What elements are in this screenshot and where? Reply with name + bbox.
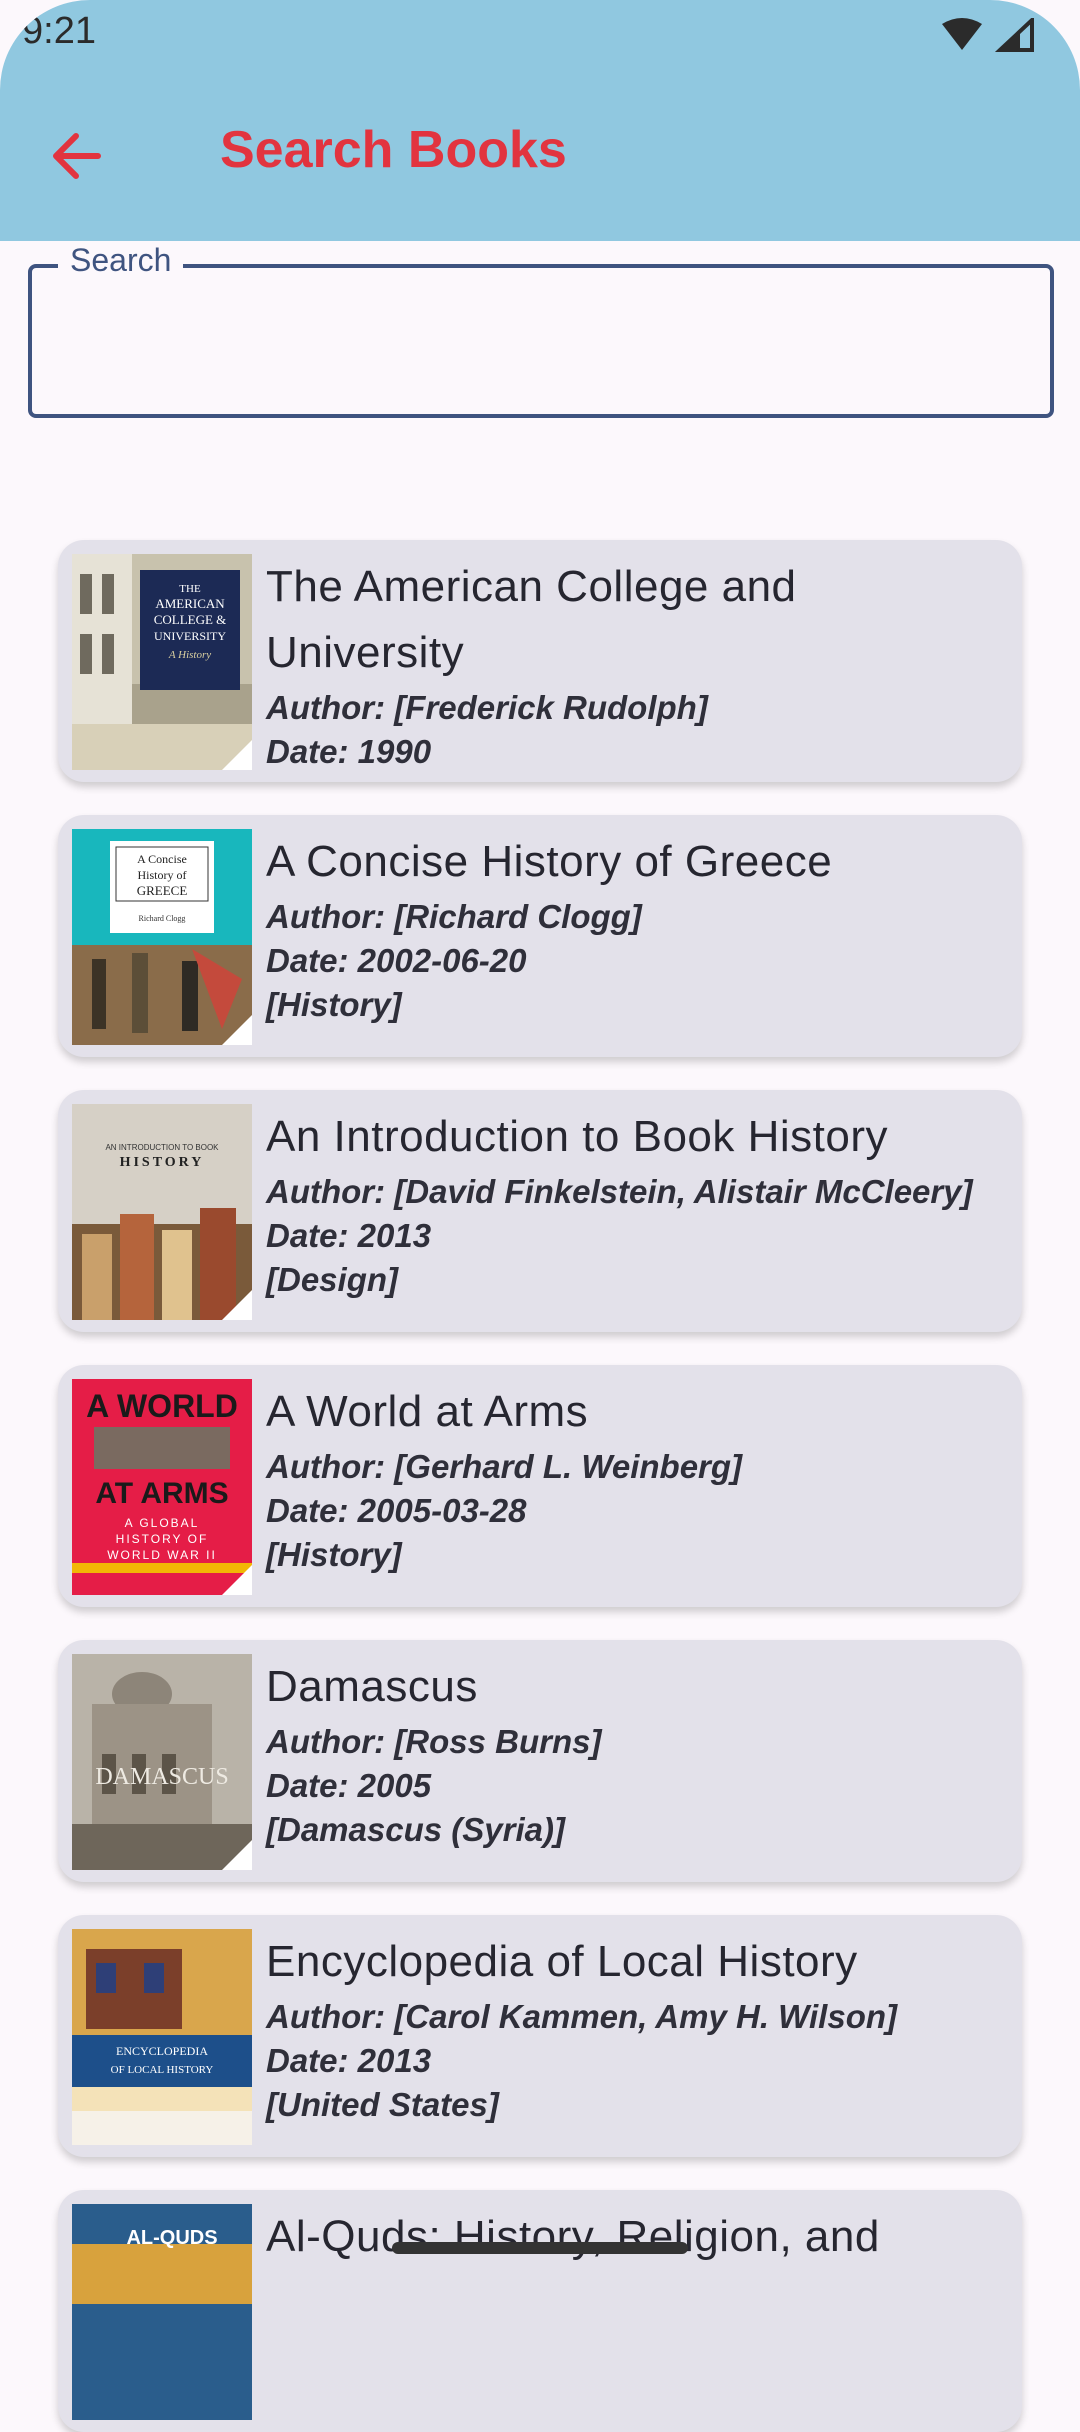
- book-cover: A WORLD AT ARMS A GLOBAL HISTORY OF WORL…: [72, 1379, 252, 1595]
- book-title: A World at Arms: [266, 1387, 589, 1436]
- book-subject: [United States]: [266, 2086, 499, 2123]
- book-card[interactable]: DAMASCUS Damascus Author: [Ross Burns] D…: [58, 1640, 1022, 1882]
- book-date: Date: 2002-06-20: [266, 942, 527, 979]
- book-date: Date: 2005-03-28: [266, 1492, 527, 1529]
- wifi-icon: [942, 15, 1034, 52]
- book-cover: AN INTRODUCTION TO BOOK HISTORY: [72, 1104, 252, 1320]
- app-bar: 9:21 Search Books: [0, 0, 1080, 241]
- book-cover: AL-QUDS: [72, 2204, 252, 2420]
- svg-text:Richard Clogg: Richard Clogg: [139, 914, 186, 923]
- svg-text:GREECE: GREECE: [137, 883, 188, 898]
- svg-text:HISTORY: HISTORY: [120, 1155, 205, 1170]
- svg-text:History of: History of: [138, 868, 187, 882]
- svg-text:ENCYCLOPEDIA: ENCYCLOPEDIA: [116, 2044, 208, 2058]
- book-date: Date: 2005: [266, 1767, 432, 1804]
- svg-text:COLLEGE &: COLLEGE &: [154, 612, 227, 627]
- svg-text:HISTORY OF: HISTORY OF: [116, 1532, 209, 1546]
- search-input[interactable]: [46, 288, 1030, 390]
- book-card[interactable]: THE AMERICAN COLLEGE & UNIVERSITY A Hist…: [58, 540, 1022, 782]
- book-cover: A Concise History of GREECE Richard Clog…: [72, 829, 252, 1045]
- book-card[interactable]: A WORLD AT ARMS A GLOBAL HISTORY OF WORL…: [58, 1365, 1022, 1607]
- svg-text:WORLD WAR II: WORLD WAR II: [107, 1548, 217, 1562]
- book-title: A Concise History of Greece: [266, 837, 833, 886]
- book-author: Author: [Richard Clogg]: [266, 898, 642, 935]
- book-title: Encyclopedia of Local History: [266, 1937, 858, 1986]
- search-label: Search: [58, 242, 184, 279]
- svg-text:A History: A History: [168, 649, 211, 661]
- svg-text:UNIVERSITY: UNIVERSITY: [154, 629, 226, 643]
- book-title: An Introduction to Book History: [266, 1112, 889, 1161]
- book-author: Author: [Ross Burns]: [266, 1723, 602, 1760]
- search-box[interactable]: [28, 264, 1054, 418]
- svg-text:AN INTRODUCTION TO BOOK: AN INTRODUCTION TO BOOK: [105, 1143, 219, 1152]
- book-subject: [Damascus (Syria)]: [266, 1811, 565, 1848]
- svg-text:DAMASCUS: DAMASCUS: [95, 1764, 228, 1790]
- book-subject: [Design]: [266, 1261, 398, 1298]
- book-cover: THE AMERICAN COLLEGE & UNIVERSITY A Hist…: [72, 554, 252, 770]
- back-arrow-icon[interactable]: [40, 118, 116, 194]
- book-title: Damascus: [266, 1662, 478, 1711]
- svg-text:AMERICAN: AMERICAN: [155, 596, 225, 611]
- svg-text:A GLOBAL: A GLOBAL: [125, 1516, 200, 1530]
- book-date: Date: 2013: [266, 1217, 432, 1254]
- book-date: Date: 2013: [266, 2042, 432, 2079]
- book-title: The American College and University: [266, 562, 797, 677]
- home-indicator[interactable]: [392, 2242, 688, 2254]
- svg-text:AL-QUDS: AL-QUDS: [126, 2227, 217, 2249]
- book-cover: ENCYCLOPEDIA OF LOCAL HISTORY: [72, 1929, 252, 2145]
- svg-text:THE: THE: [179, 583, 201, 595]
- status-time: 9:21: [22, 10, 96, 52]
- book-card[interactable]: ENCYCLOPEDIA OF LOCAL HISTORY Encycloped…: [58, 1915, 1022, 2157]
- book-author: Author: [Gerhard L. Weinberg]: [266, 1448, 743, 1485]
- page-title: Search Books: [220, 121, 567, 179]
- book-card[interactable]: A Concise History of GREECE Richard Clog…: [58, 815, 1022, 1057]
- book-subject: [History]: [266, 986, 402, 1023]
- search-field[interactable]: Search: [28, 242, 1054, 418]
- svg-text:AT ARMS: AT ARMS: [95, 1477, 228, 1510]
- book-author: Author: [Frederick Rudolph]: [266, 689, 708, 726]
- svg-text:A Concise: A Concise: [137, 852, 187, 866]
- book-author: Author: [Carol Kammen, Amy H. Wilson]: [266, 1998, 898, 2035]
- book-subject: [History]: [266, 1536, 402, 1573]
- svg-text:OF LOCAL HISTORY: OF LOCAL HISTORY: [111, 2064, 214, 2076]
- book-title: Al-Quds: History, Religion, and: [266, 2212, 880, 2261]
- book-author: Author: [David Finkelstein, Alistair McC…: [266, 1173, 973, 1210]
- book-cover: DAMASCUS: [72, 1654, 252, 1870]
- book-card[interactable]: AL-QUDS Al-Quds: History, Religion, and: [58, 2190, 1022, 2432]
- svg-text:A WORLD: A WORLD: [86, 1388, 238, 1424]
- status-icons: [940, 15, 1040, 52]
- book-card[interactable]: AN INTRODUCTION TO BOOK HISTORY An Intro…: [58, 1090, 1022, 1332]
- book-date: Date: 1990: [266, 733, 432, 770]
